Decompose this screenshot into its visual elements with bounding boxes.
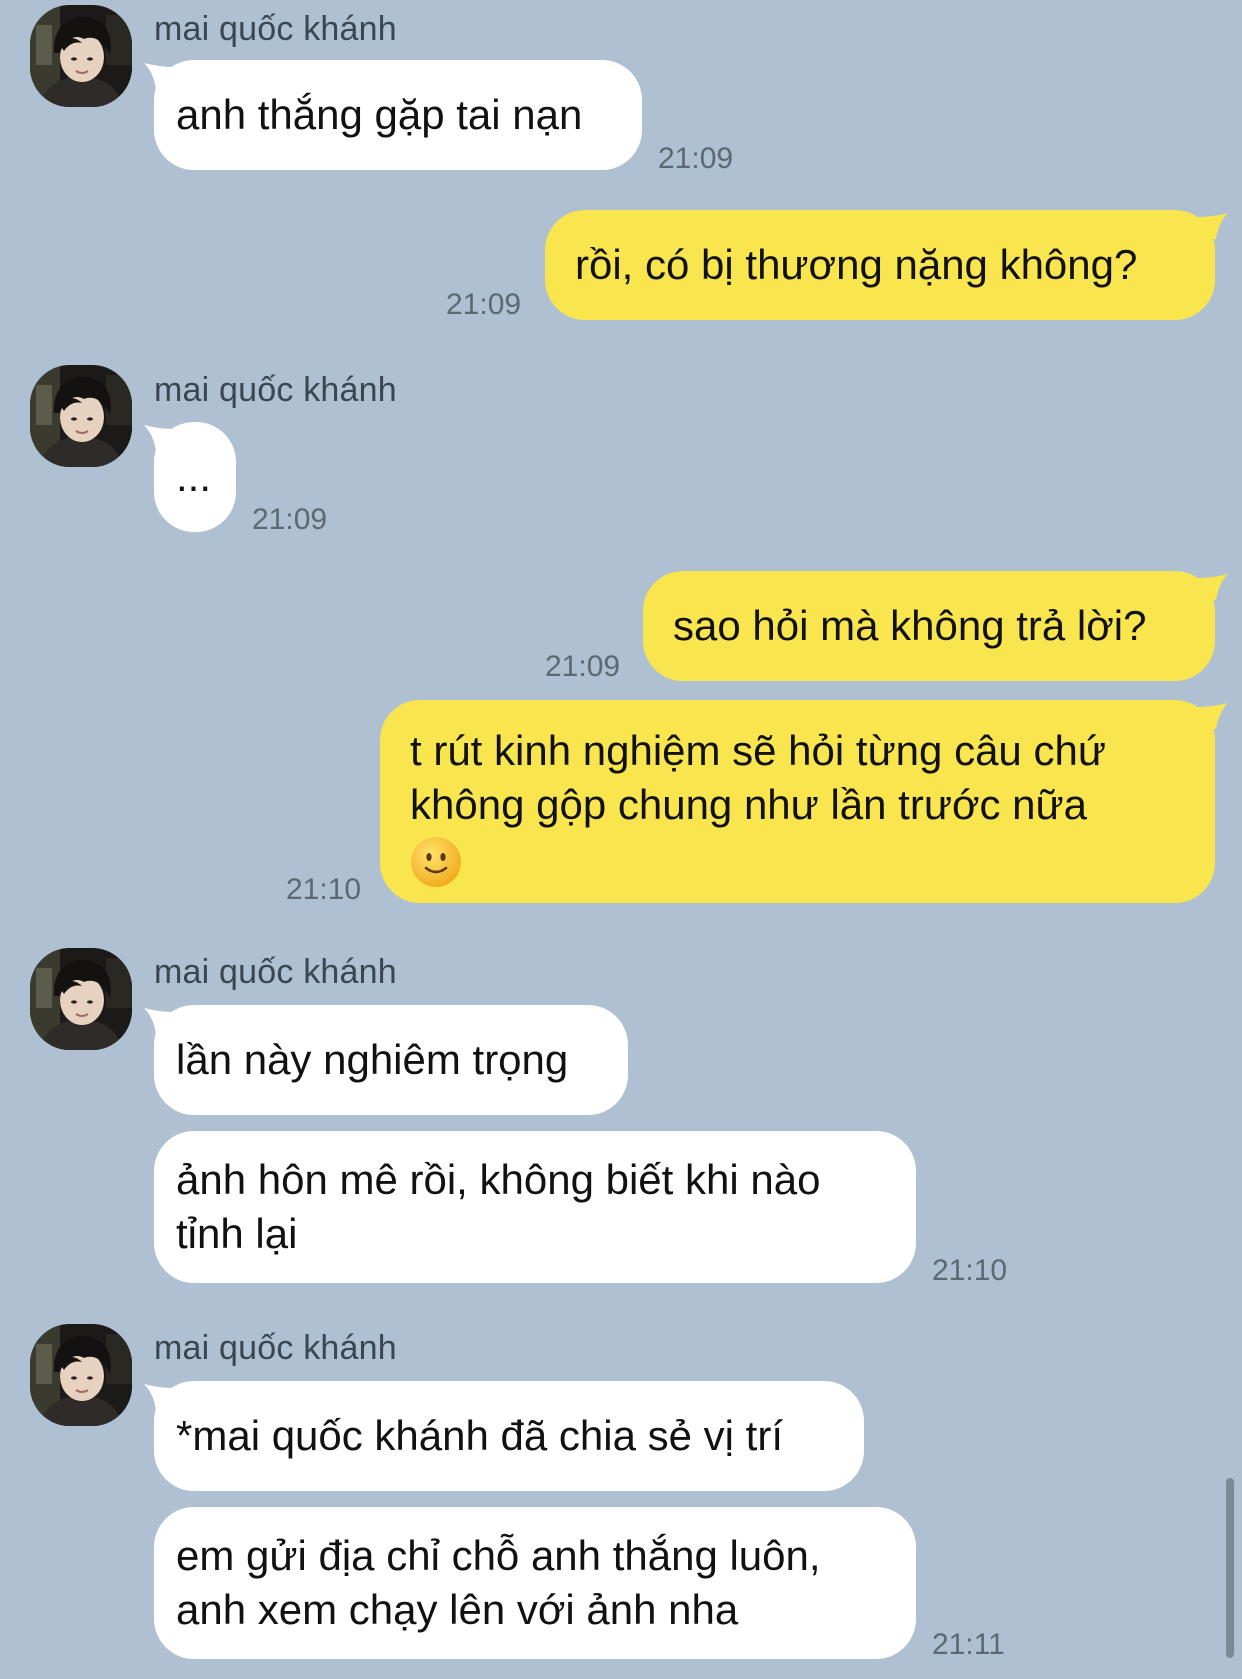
message-text: lần này nghiêm trọng	[176, 1036, 569, 1083]
avatar-image	[30, 365, 132, 467]
message-line: tỉnh lại	[176, 1210, 298, 1257]
message-time: 21:09	[658, 142, 734, 175]
avatar[interactable]	[30, 5, 132, 107]
scrollbar[interactable]	[1226, 1478, 1234, 1658]
message-bubble-incoming[interactable]: ảnh hôn mê rồi, không biết khi nào tỉnh …	[154, 1131, 916, 1283]
message-bubble-incoming[interactable]: anh thắng gặp tai nạn	[154, 60, 642, 170]
message-time: 21:09	[446, 288, 522, 321]
avatar[interactable]	[30, 948, 132, 1050]
sender-name: mai quốc khánh	[154, 1329, 397, 1367]
message-text: *mai quốc khánh đã chia sẻ vị trí	[176, 1412, 783, 1459]
chat-area[interactable]: mai quốc khánh anh thắng gặp tai nạn 21:…	[0, 0, 1242, 1679]
message-line: anh xem chạy lên với ảnh nha	[176, 1586, 739, 1633]
message-time: 21:10	[286, 873, 362, 906]
message-text: ảnh hôn mê rồi, không biết khi nào tỉnh …	[176, 1153, 896, 1261]
avatar-image	[30, 948, 132, 1050]
message-text: t rút kinh nghiệm sẽ hỏi từng câu chứ kh…	[410, 724, 1195, 892]
message-time: 21:09	[252, 503, 328, 536]
message-line: em gửi địa chỉ chỗ anh thắng luôn,	[176, 1532, 821, 1579]
message-bubble-outgoing[interactable]: sao hỏi mà không trả lời?	[643, 571, 1215, 681]
message-bubble-outgoing[interactable]: t rút kinh nghiệm sẽ hỏi từng câu chứ kh…	[380, 700, 1215, 903]
sender-name: mai quốc khánh	[154, 10, 397, 48]
message-time: 21:11	[932, 1628, 1005, 1661]
message-bubble-outgoing[interactable]: rồi, có bị thương nặng không?	[545, 210, 1215, 320]
message-line: không gộp chung như lần trước nữa	[410, 781, 1087, 828]
message-bubble-incoming[interactable]: ...	[154, 422, 236, 532]
sender-name: mai quốc khánh	[154, 953, 397, 991]
message-text: em gửi địa chỉ chỗ anh thắng luôn, anh x…	[176, 1529, 896, 1637]
bubble-tail	[1198, 213, 1228, 239]
message-text: anh thắng gặp tai nạn	[176, 91, 583, 138]
message-bubble-incoming[interactable]: em gửi địa chỉ chỗ anh thắng luôn, anh x…	[154, 1507, 916, 1659]
avatar-image	[30, 1324, 132, 1426]
sender-name: mai quốc khánh	[154, 371, 397, 409]
message-bubble-incoming[interactable]: *mai quốc khánh đã chia sẻ vị trí	[154, 1381, 864, 1491]
avatar-image	[30, 5, 132, 107]
message-text: rồi, có bị thương nặng không?	[575, 241, 1138, 288]
bubble-tail	[1198, 574, 1228, 600]
bubble-tail	[1198, 703, 1228, 729]
message-text: sao hỏi mà không trả lời?	[673, 602, 1147, 649]
message-line: ảnh hôn mê rồi, không biết khi nào	[176, 1156, 821, 1203]
avatar[interactable]	[30, 1324, 132, 1426]
message-time: 21:10	[932, 1254, 1008, 1287]
message-text: ...	[176, 453, 212, 500]
message-bubble-incoming[interactable]: lần này nghiêm trọng	[154, 1005, 628, 1115]
message-time: 21:09	[545, 650, 621, 683]
avatar[interactable]	[30, 365, 132, 467]
slightly-smiling-face-icon	[411, 837, 461, 887]
message-line: t rút kinh nghiệm sẽ hỏi từng câu chứ	[410, 727, 1106, 774]
